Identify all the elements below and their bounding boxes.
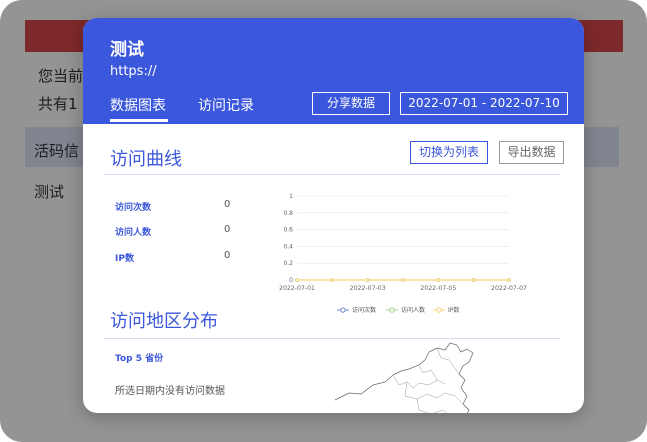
data-point <box>295 278 299 282</box>
y-tick-label: 0 <box>289 277 293 284</box>
data-point <box>471 278 476 282</box>
y-tick-label: 0.2 <box>283 260 293 267</box>
modal-title: 测试 <box>110 40 144 60</box>
visit-line-chart: 0 0.2 0.4 0.6 0.8 1 2022-07-01 2022-07-03 2022-0… <box>279 193 527 314</box>
stat-value-visits: 0 <box>224 199 231 210</box>
legend-marker <box>340 307 346 313</box>
x-tick-label: 2022-07-05 <box>420 285 456 292</box>
stat-value-visitors: 0 <box>224 224 231 235</box>
x-tick-label: 2022-07-01 <box>279 285 315 292</box>
data-point <box>330 278 335 282</box>
data-point <box>507 278 511 282</box>
china-map <box>334 342 474 413</box>
modal-url: https:// <box>110 64 157 79</box>
data-point <box>436 278 441 282</box>
map-outline <box>334 342 474 413</box>
legend-label: 访问次数 <box>352 306 376 314</box>
section-divider <box>104 174 560 175</box>
data-point <box>401 278 405 282</box>
legend-marker <box>436 307 442 313</box>
map-province-borders <box>392 347 464 413</box>
active-tab-indicator <box>110 119 168 122</box>
stats-modal: 测试 https:// 数据图表 访问记录 分享数据 2022-07-01 - … <box>83 18 584 413</box>
section-title-region: 访问地区分布 <box>110 311 218 332</box>
legend-label: 访问人数 <box>401 306 425 314</box>
y-tick-label: 1 <box>289 193 293 200</box>
x-tick-label: 2022-07-03 <box>350 285 386 292</box>
y-tick-label: 0.8 <box>283 210 293 217</box>
y-tick-label: 0.6 <box>283 227 293 234</box>
top5-provinces-label: Top 5 省份 <box>115 354 164 364</box>
share-data-button[interactable]: 分享数据 <box>312 92 390 115</box>
tab-records[interactable]: 访问记录 <box>198 95 254 115</box>
data-point <box>365 278 370 282</box>
legend-label: IP数 <box>448 306 459 314</box>
tab-chart[interactable]: 数据图表 <box>110 95 166 115</box>
y-tick-label: 0.4 <box>283 243 293 250</box>
stat-value-ip: 0 <box>224 250 231 261</box>
no-data-message: 所选日期内没有访问数据 <box>115 386 225 397</box>
modal-header: 测试 https:// 数据图表 访问记录 分享数据 2022-07-01 - … <box>83 18 584 124</box>
stat-label-visits: 访问次数 <box>115 203 152 213</box>
stat-label-ip: IP数 <box>115 254 134 264</box>
x-tick-label: 2022-07-07 <box>491 285 527 292</box>
legend-marker <box>389 307 395 313</box>
export-data-button[interactable]: 导出数据 <box>499 141 564 164</box>
section-title-visit-curve: 访问曲线 <box>110 149 182 170</box>
date-range-picker[interactable]: 2022-07-01 - 2022-07-10 <box>400 92 568 115</box>
switch-to-list-button[interactable]: 切换为列表 <box>410 141 488 164</box>
stat-label-visitors: 访问人数 <box>115 228 152 238</box>
